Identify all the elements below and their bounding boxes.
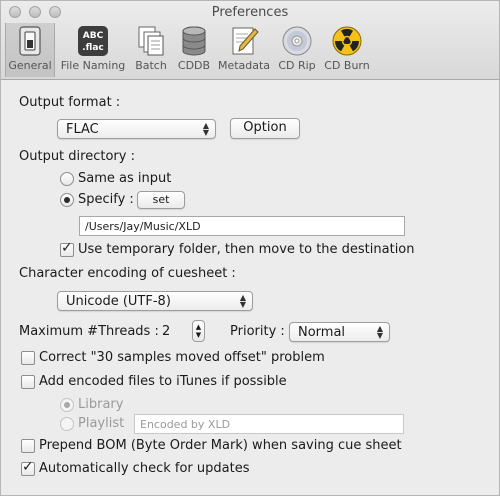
prepend-bom-checkbox[interactable] — [21, 439, 35, 453]
output-format-select[interactable]: FLAC ▲ ▼ — [57, 119, 216, 139]
output-directory-label: Output directory : — [19, 149, 135, 164]
output-path-field[interactable]: /Users/Jay/Music/XLD — [79, 216, 405, 236]
svg-text:.flac: .flac — [82, 43, 104, 53]
toolbar-label: Metadata — [217, 59, 271, 72]
cuesheet-encoding-label: Character encoding of cuesheet : — [19, 266, 236, 281]
preferences-window: Preferences General ABC .flac File Namin… — [0, 0, 500, 496]
toolbar-label: File Naming — [60, 59, 126, 72]
same-as-input-label: Same as input — [78, 171, 172, 186]
documents-icon — [138, 26, 164, 56]
switch-icon — [19, 26, 41, 56]
updown-arrows-icon: ▲ ▼ — [239, 293, 246, 309]
updown-arrows-icon: ▲ ▼ — [202, 121, 209, 137]
set-button[interactable]: set — [137, 191, 185, 209]
output-format-value: FLAC — [66, 122, 99, 137]
use-temp-folder-label: Use temporary folder, then move to the d… — [78, 242, 415, 257]
toolbar-label: Batch — [135, 59, 167, 72]
playlist-radio[interactable] — [60, 417, 74, 431]
max-threads-value: 2 — [162, 324, 171, 339]
radiation-icon — [332, 26, 362, 56]
library-radio[interactable] — [60, 398, 74, 412]
toolbar-cd-burn[interactable]: CD Burn — [321, 23, 373, 77]
playlist-name-field[interactable]: Encoded by XLD — [134, 414, 404, 434]
output-format-label: Output format : — [19, 95, 121, 110]
toolbar-label: CD Rip — [278, 59, 316, 72]
toolbar-cddb[interactable]: CDDB — [173, 23, 215, 77]
toolbar-cd-rip[interactable]: CD Rip — [275, 23, 319, 77]
title-bar: Preferences General ABC .flac File Namin… — [1, 1, 499, 80]
priority-label: Priority : — [230, 324, 285, 339]
add-itunes-checkbox[interactable] — [21, 375, 35, 389]
toolbar-label: CDDB — [177, 59, 211, 72]
threads-stepper[interactable]: ▲ ▼ — [192, 320, 205, 342]
toolbar-label: CD Burn — [324, 59, 370, 72]
playlist-label: Playlist — [78, 416, 125, 431]
toolbar-file-naming[interactable]: ABC .flac File Naming — [59, 23, 127, 77]
library-label: Library — [78, 397, 124, 412]
toolbar-label: General — [8, 59, 52, 72]
correct-offset-checkbox[interactable] — [21, 351, 35, 365]
priority-select[interactable]: Normal ▲ ▼ — [289, 322, 390, 342]
disc-icon — [282, 26, 312, 56]
option-button[interactable]: Option — [230, 118, 300, 139]
priority-value: Normal — [298, 325, 346, 340]
window-title: Preferences — [211, 5, 289, 20]
abc-flac-icon: ABC .flac — [78, 26, 108, 56]
pencil-document-icon — [232, 27, 259, 55]
database-icon — [182, 26, 206, 56]
correct-offset-label: Correct "30 samples moved offset" proble… — [39, 350, 325, 365]
cuesheet-encoding-value: Unicode (UTF-8) — [66, 294, 171, 309]
updown-arrows-icon: ▲ ▼ — [376, 324, 383, 340]
specify-label: Specify : — [78, 192, 134, 207]
auto-update-checkbox[interactable] — [21, 459, 35, 476]
toolbar-general[interactable]: General — [5, 23, 55, 77]
specify-radio[interactable] — [60, 193, 74, 207]
max-threads-label: Maximum #Threads : — [19, 324, 159, 339]
cuesheet-encoding-select[interactable]: Unicode (UTF-8) ▲ ▼ — [57, 291, 253, 311]
same-as-input-radio[interactable] — [60, 172, 74, 186]
prepend-bom-label: Prepend BOM (Byte Order Mark) when savin… — [39, 438, 402, 453]
toolbar-batch[interactable]: Batch — [131, 23, 171, 77]
add-itunes-label: Add encoded files to iTunes if possible — [39, 374, 287, 389]
auto-update-label: Automatically check for updates — [39, 461, 250, 476]
use-temp-folder-checkbox[interactable] — [60, 240, 74, 257]
svg-text:ABC: ABC — [83, 31, 104, 41]
toolbar-metadata[interactable]: Metadata — [217, 23, 271, 77]
